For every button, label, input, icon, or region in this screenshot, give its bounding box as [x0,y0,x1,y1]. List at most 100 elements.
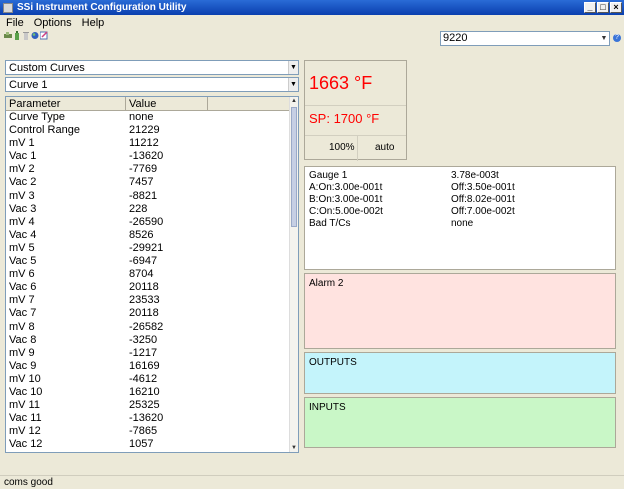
table-row[interactable]: Vac 10 16210 [6,386,290,399]
parameter-cell: Control Range [9,124,80,137]
table-row[interactable]: Vac 1 -13620 [6,150,290,163]
value-cell[interactable]: 16210 [126,386,208,399]
value-cell[interactable]: none [126,111,208,124]
table-row[interactable]: Vac 2 7457 [6,176,290,189]
parameter-cell: mV 6 [9,268,35,281]
value-cell[interactable]: 25325 [126,399,208,412]
chevron-down-icon[interactable]: ▼ [599,32,609,45]
parameter-cell: mV 1 [9,137,35,150]
value-cell[interactable]: -3250 [126,334,208,347]
table-row[interactable]: Vac 11 -13620 [6,412,290,425]
table-row[interactable]: mV 11 25325 [6,399,290,412]
value-cell[interactable]: -29921 [126,242,208,255]
menu-options[interactable]: Options [34,17,72,29]
table-row[interactable]: mV 4 -26590 [6,216,290,229]
parameter-cell: Vac 3 [9,202,37,215]
table-row[interactable]: Vac 6 20118 [6,281,290,294]
parameter-cell: mV 2 [9,163,35,176]
column-header-parameter[interactable]: Parameter [6,97,126,110]
connect-icon[interactable] [4,31,12,40]
grid-header: Parameter Value [6,97,298,111]
value-cell[interactable]: -13620 [126,412,208,425]
menu-help[interactable]: Help [82,17,105,29]
value-cell[interactable]: -7865 [126,425,208,438]
parameter-cell: Vac 5 [9,255,37,268]
column-header-value[interactable]: Value [126,97,208,110]
value-cell[interactable]: -8821 [126,190,208,203]
globe-icon[interactable] [31,31,39,40]
parameter-cell: Vac 2 [9,176,37,189]
parameter-cell: Vac 6 [9,281,37,294]
value-cell[interactable]: 21229 [126,124,208,137]
value-cell[interactable]: 1057 [126,438,208,451]
table-row[interactable]: mV 12 -7865 [6,425,290,438]
scroll-down-icon[interactable]: ▼ [290,444,298,452]
edit-icon[interactable] [40,31,48,40]
help-icon[interactable]: ? [613,34,621,42]
curve-type-value: Custom Curves [9,62,85,74]
value-cell[interactable]: -6947 [126,255,208,268]
chevron-down-icon[interactable]: ▼ [288,78,298,91]
table-row[interactable]: Curve Type none [6,111,290,124]
table-row[interactable]: Vac 4 8526 [6,229,290,242]
value-cell[interactable]: 11212 [126,137,208,150]
parameter-cell: mV 9 [9,346,35,359]
scroll-thumb[interactable] [291,107,297,227]
alarm-label: Alarm 2 [309,278,344,289]
table-row[interactable]: Control Range 21229 [6,124,290,137]
table-row[interactable]: Vac 8 -3250 [6,334,290,347]
value-cell[interactable]: -7769 [126,163,208,176]
table-row[interactable]: mV 1 11212 [6,137,290,150]
menu-file[interactable]: File [6,17,24,29]
gauge-row: C:On:5.00e-002t Off:7.00e-002t [309,206,515,217]
curve-type-select[interactable]: Custom Curves ▼ [5,60,299,75]
port-select[interactable]: 9220 ▼ [440,31,610,46]
inputs-panel: INPUTS [304,397,616,448]
table-row[interactable]: mV 7 23533 [6,294,290,307]
parameter-cell: Curve Type [9,111,66,123]
curve-value: Curve 1 [9,79,48,91]
table-row[interactable]: Vac 3 228 [6,203,290,216]
status-bar: coms good [0,475,624,489]
table-row[interactable]: mV 5 -29921 [6,242,290,255]
table-row[interactable]: mV 10 -4612 [6,373,290,386]
value-cell[interactable]: -4612 [126,373,208,386]
table-row[interactable]: Vac 7 20118 [6,307,290,320]
parameter-grid[interactable]: Parameter Value Curve Type none Control Ra… [5,96,299,453]
value-cell[interactable]: 8704 [126,268,208,281]
scroll-up-icon[interactable]: ▲ [290,97,298,105]
value-cell[interactable]: -13620 [126,150,208,163]
parameter-cell: Vac 1 [9,150,37,163]
value-cell[interactable]: 23533 [126,294,208,307]
outputs-panel: OUTPUTS [304,352,616,394]
value-cell[interactable]: 20118 [126,281,208,294]
value-cell[interactable]: 20118 [126,307,208,320]
table-row[interactable]: mV 9 -1217 [6,347,290,360]
value-cell[interactable]: 16169 [126,360,208,373]
table-row[interactable]: Vac 12 1057 [6,438,290,451]
value-cell[interactable]: 228 [126,203,208,216]
chevron-down-icon[interactable]: ▼ [288,61,298,74]
table-row[interactable]: mV 8 -26582 [6,321,290,334]
column-header-blank [208,97,290,110]
table-row[interactable]: mV 3 -8821 [6,190,290,203]
value-cell[interactable]: -26582 [126,321,208,334]
value-cell[interactable]: 7457 [126,176,208,189]
trash-icon[interactable] [22,31,30,40]
bottle-icon[interactable] [13,31,21,40]
table-row[interactable]: Vac 9 16169 [6,360,290,373]
alarm-panel: Alarm 2 [304,273,616,349]
maximize-button[interactable]: □ [597,2,609,13]
parameter-cell: Vac 4 [9,228,37,241]
table-row[interactable]: mV 2 -7769 [6,163,290,176]
grid-scrollbar[interactable]: ▲ ▼ [289,97,298,452]
table-row[interactable]: mV 6 8704 [6,268,290,281]
value-cell[interactable]: 8526 [126,229,208,242]
parameter-cell: mV 4 [9,215,35,228]
curve-select[interactable]: Curve 1 ▼ [5,77,299,92]
close-button[interactable]: × [610,2,622,13]
minimize-button[interactable]: _ [584,2,596,13]
value-cell[interactable]: -26590 [126,216,208,229]
table-row[interactable]: Vac 5 -6947 [6,255,290,268]
value-cell[interactable]: -1217 [126,347,208,360]
